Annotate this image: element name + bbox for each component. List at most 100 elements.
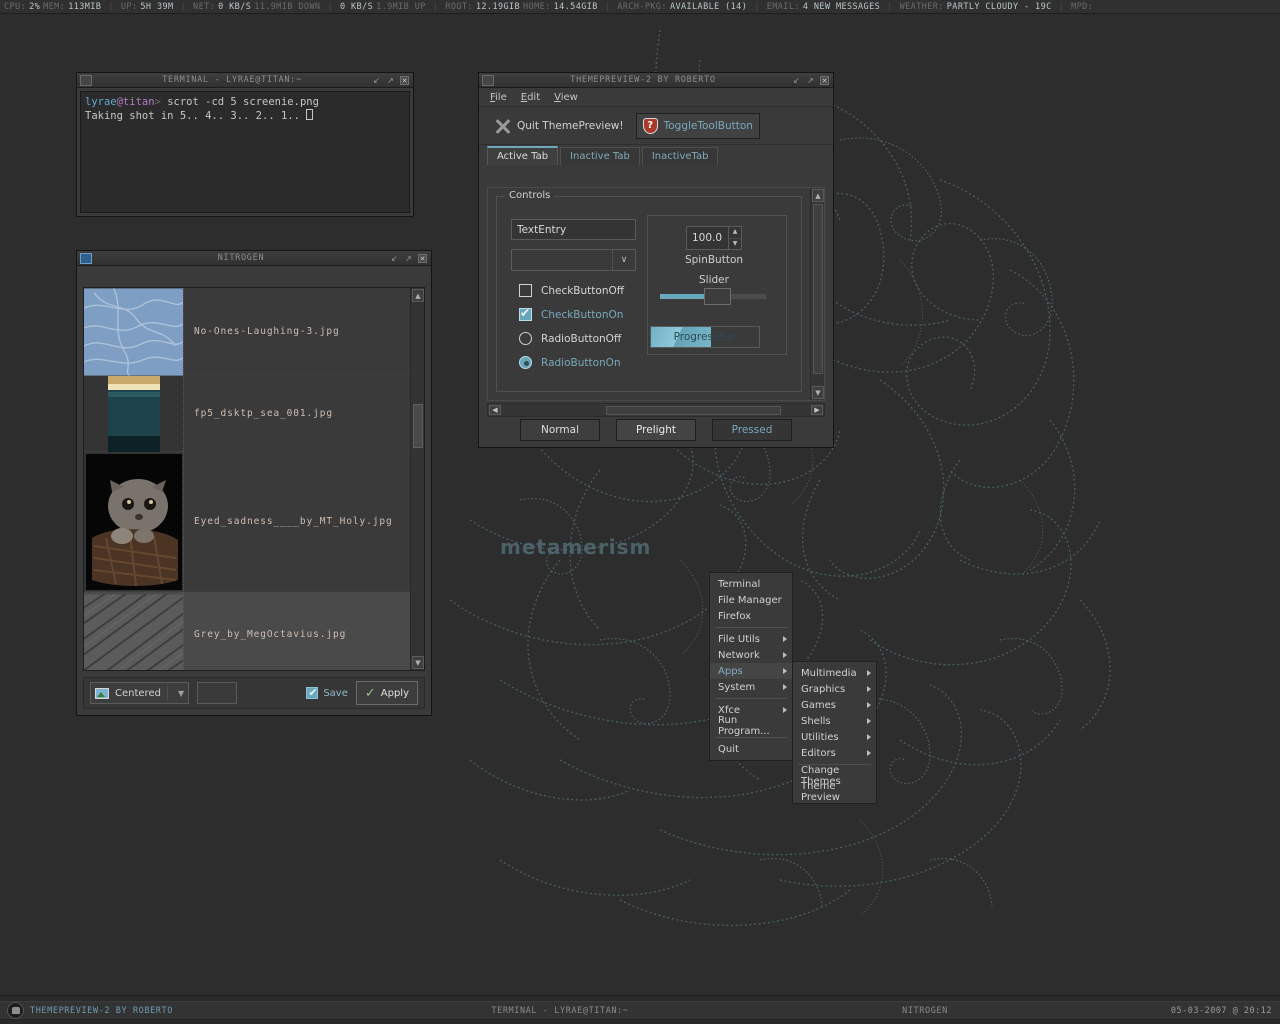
maximize-icon[interactable]: ↗ [806, 76, 815, 85]
apps-submenu[interactable]: Multimedia Graphics Games Shells Utiliti… [792, 661, 877, 804]
close-icon[interactable]: ✕ [820, 75, 829, 85]
menu-item-firefox[interactable]: Firefox [710, 608, 792, 624]
menu-view[interactable]: View [554, 92, 578, 103]
tab-inactive-2[interactable]: InactiveTab [641, 147, 719, 165]
spin-stepper[interactable]: ▲ ▼ [728, 227, 741, 249]
menu-item-apps[interactable]: Apps [710, 663, 792, 679]
status-mem-value: 113MIB [68, 1, 102, 12]
menu-item-system[interactable]: System [710, 679, 792, 695]
menu-item-games[interactable]: Games [793, 697, 876, 713]
menu-item-run-program[interactable]: Run Program... [710, 715, 792, 737]
menu-item-shells[interactable]: Shells [793, 713, 876, 729]
menu-item-terminal[interactable]: Terminal [710, 576, 792, 592]
radio-checked-icon[interactable] [519, 356, 532, 369]
themepreview-window-buttons[interactable]: ↙ ↗ ✕ [792, 75, 829, 85]
table-row[interactable]: No-Ones-Laughing-3.jpg [84, 288, 410, 376]
taskbar-item-terminal[interactable]: TERMINAL - LYRAE@TITAN:~ [360, 1006, 760, 1016]
close-icon[interactable]: ✕ [400, 75, 409, 85]
menubar[interactable]: FFileile Edit View [479, 89, 833, 107]
wallpaper-list[interactable]: No-Ones-Laughing-3.jpg fp5_dsktp_sea_001… [84, 288, 410, 670]
table-row[interactable]: fp5_dsktp_sea_001.jpg [84, 375, 410, 452]
menu-item-editors[interactable]: Editors [793, 745, 876, 761]
menu-item-theme-preview[interactable]: Theme Preview [793, 781, 876, 803]
chevron-down-icon[interactable]: ▼ [178, 689, 184, 698]
scrollbar-thumb[interactable] [813, 204, 823, 374]
checkbox-checked-icon[interactable] [306, 686, 319, 699]
wallpaper-list-container[interactable]: No-Ones-Laughing-3.jpg fp5_dsktp_sea_001… [83, 287, 425, 671]
chevron-down-icon[interactable]: ∨ [613, 255, 635, 265]
terminal-window[interactable]: TERMINAL - LYRAE@TITAN:~ ↙ ↗ ✕ lyrae@tit… [76, 72, 414, 217]
terminal-output[interactable]: lyrae@titan> scrot -cd 5 screenie.png Ta… [80, 91, 410, 213]
save-checkbox[interactable]: Save [306, 686, 348, 699]
scroll-down-icon[interactable]: ▼ [812, 386, 824, 399]
tab-bar[interactable]: Active Tab Inactive Tab InactiveTab [479, 145, 833, 165]
prelight-button[interactable]: Prelight [616, 419, 696, 441]
page-scrollbar-horizontal[interactable]: ◀ ▶ [487, 403, 825, 417]
scroll-up-icon[interactable]: ▲ [812, 189, 824, 202]
state-buttons[interactable]: Normal Prelight Pressed [479, 419, 833, 443]
terminal-window-buttons[interactable]: ↙ ↗ ✕ [372, 75, 409, 85]
scroll-down-icon[interactable]: ▼ [412, 656, 424, 669]
table-row[interactable]: Grey_by_MegOctavius.jpg [84, 592, 410, 670]
desktop[interactable]: metamerism CPU: 2% MEM: 113MIB | UP: 5H … [0, 0, 1280, 1024]
page-scrollbar-vertical[interactable]: ▲ ▼ [810, 188, 824, 400]
tab-inactive-1[interactable]: Inactive Tab [560, 147, 640, 165]
menu-launcher-icon[interactable] [7, 1002, 24, 1019]
spin-down-icon[interactable]: ▼ [729, 239, 741, 250]
menu-edit[interactable]: Edit [521, 92, 540, 103]
checkbutton-on-row[interactable]: CheckButtonOn [519, 306, 623, 321]
scrollbar-thumb[interactable] [606, 406, 781, 415]
wallpaper-list-scrollbar[interactable]: ▲ ▼ [410, 288, 424, 670]
menu-item-multimedia[interactable]: Multimedia [793, 665, 876, 681]
menu-item-graphics[interactable]: Graphics [793, 681, 876, 697]
menu-item-quit[interactable]: Quit [710, 741, 792, 757]
combo-box[interactable]: ∨ [511, 249, 636, 271]
radio-unchecked-icon[interactable] [519, 332, 532, 345]
scroll-up-icon[interactable]: ▲ [412, 289, 424, 302]
minimize-icon[interactable]: ↙ [372, 76, 381, 85]
toolbar[interactable]: Quit ThemePreview! ? ToggleToolButton [479, 107, 833, 145]
spin-button[interactable]: 100.0 ▲ ▼ [686, 226, 742, 250]
pressed-button[interactable]: Pressed [712, 419, 792, 441]
table-row[interactable]: Eyed_sadness____by_MT_Holy.jpg [84, 452, 410, 592]
scaling-mode-dropdown[interactable]: Centered ▼ [90, 682, 190, 704]
slider-handle[interactable] [704, 288, 731, 305]
text-entry-input[interactable]: TextEntry [511, 219, 636, 240]
maximize-icon[interactable]: ↗ [404, 254, 413, 263]
terminal-titlebar[interactable]: TERMINAL - LYRAE@TITAN:~ ↙ ↗ ✕ [77, 73, 413, 88]
toggle-tool-button[interactable]: ? ToggleToolButton [635, 112, 760, 139]
tab-active[interactable]: Active Tab [487, 146, 559, 165]
scroll-left-icon[interactable]: ◀ [489, 405, 501, 415]
scroll-right-icon[interactable]: ▶ [811, 405, 823, 415]
radiobutton-on-row[interactable]: RadioButtonOn [519, 356, 621, 369]
radiobutton-off-row[interactable]: RadioButtonOff [519, 332, 621, 345]
nitrogen-window[interactable]: NITROGEN ↙ ↗ ✕ No-Ones-Laughing-3.jpg fp… [76, 250, 432, 716]
nitrogen-titlebar[interactable]: NITROGEN ↙ ↗ ✕ [77, 251, 431, 266]
checkbutton-off-row[interactable]: CheckButtonOff [519, 284, 624, 297]
spin-up-icon[interactable]: ▲ [729, 227, 741, 239]
status-net-down-rate: 0 KB/S [218, 1, 252, 12]
taskbar-item-nitrogen[interactable]: NITROGEN [760, 1006, 1090, 1016]
checkbox-checked-icon[interactable] [519, 306, 532, 321]
menu-file[interactable]: FFileile [490, 92, 507, 103]
minimize-icon[interactable]: ↙ [390, 254, 399, 263]
minimize-icon[interactable]: ↙ [792, 76, 801, 85]
themepreview-window[interactable]: THEMEPREVIEW-2 BY ROBERTO ↙ ↗ ✕ FFileile… [478, 72, 834, 448]
nitrogen-window-buttons[interactable]: ↙ ↗ ✕ [390, 253, 427, 263]
normal-button[interactable]: Normal [520, 419, 600, 441]
slider[interactable] [660, 288, 766, 305]
taskbar-item-themepreview[interactable]: THEMEPREVIEW-2 BY ROBERTO [30, 1006, 360, 1016]
menu-item-network[interactable]: Network [710, 647, 792, 663]
menu-item-file-manager[interactable]: File Manager [710, 592, 792, 608]
quit-themepreview-button[interactable]: Quit ThemePreview! [489, 114, 630, 138]
menu-item-utilities[interactable]: Utilities [793, 729, 876, 745]
desktop-context-menu[interactable]: Terminal File Manager Firefox File Utils… [709, 572, 793, 761]
scrollbar-thumb[interactable] [413, 404, 423, 448]
maximize-icon[interactable]: ↗ [386, 76, 395, 85]
checkbox-unchecked-icon[interactable] [519, 284, 532, 297]
close-icon[interactable]: ✕ [418, 253, 427, 263]
themepreview-titlebar[interactable]: THEMEPREVIEW-2 BY ROBERTO ↙ ↗ ✕ [479, 73, 833, 88]
apply-button[interactable]: ✓ Apply [355, 681, 418, 705]
menu-item-file-utils[interactable]: File Utils [710, 631, 792, 647]
background-color-swatch[interactable] [197, 682, 238, 704]
